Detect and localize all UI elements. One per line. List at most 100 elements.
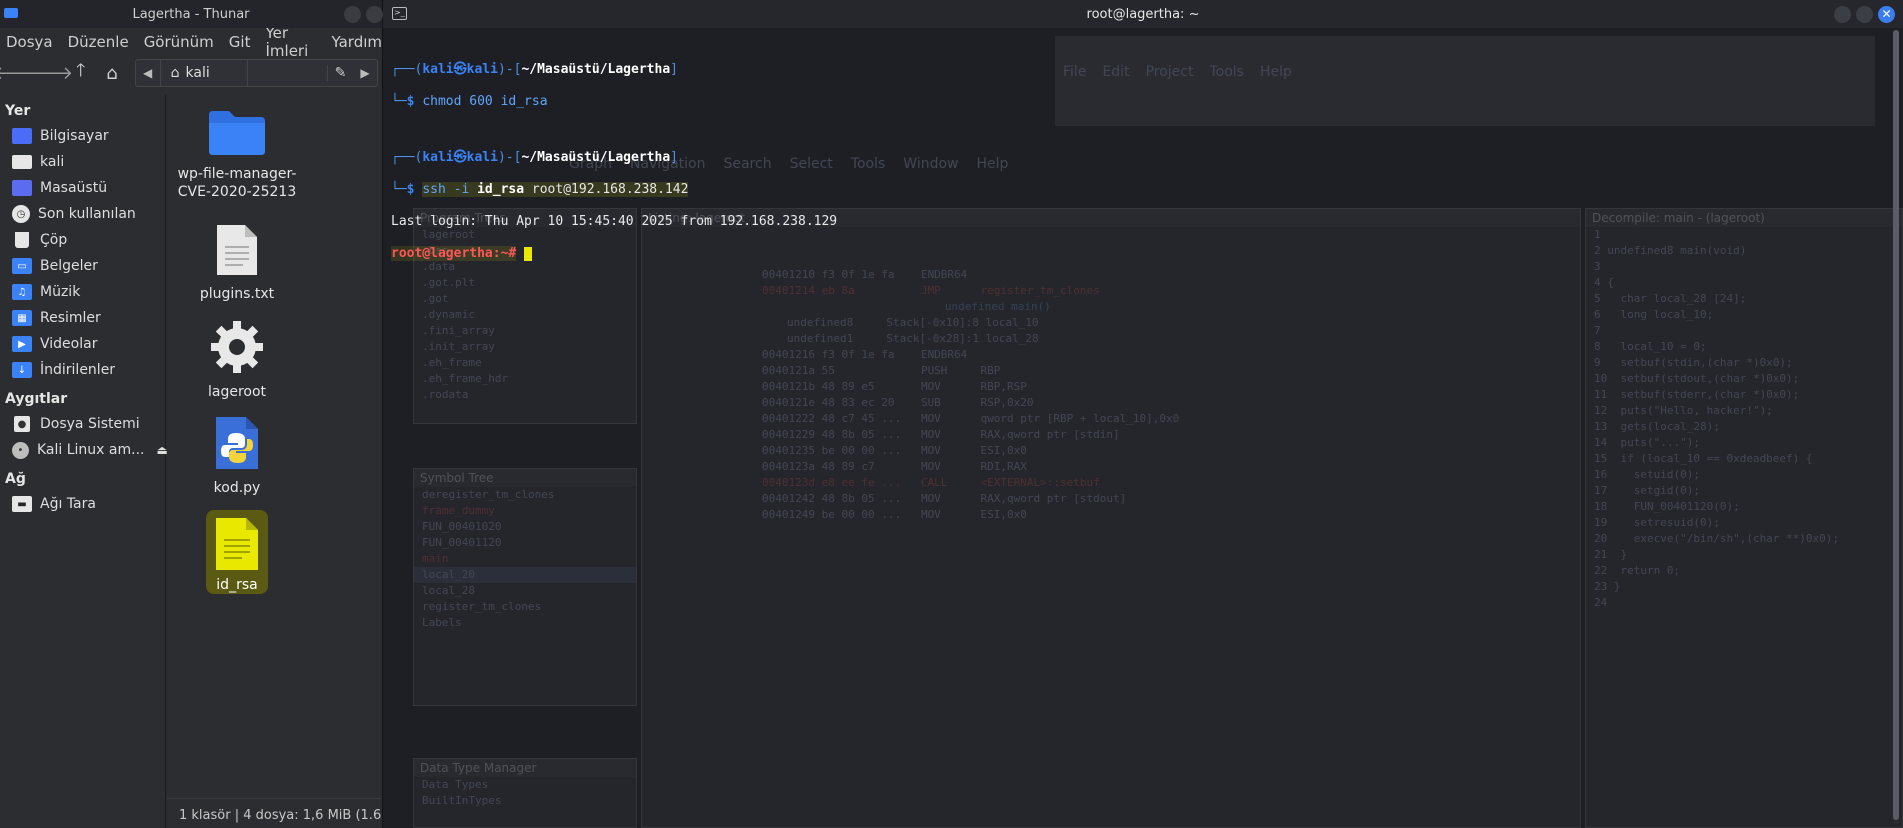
path-left-chevron-icon[interactable]: ◀ [136,66,160,80]
sidebar-item-label: Kali Linux am... [37,442,145,458]
recent-icon: ◷ [12,205,30,223]
prompt-at: ㉿ [453,62,467,77]
minimize-button[interactable] [1834,6,1851,23]
key-file-icon [216,518,258,570]
file-item-executable[interactable]: lageroot [172,319,302,401]
sidebar-section-devices: Aygıtlar [5,391,68,407]
prompt-user: kali [422,62,454,77]
close-icon[interactable]: ✕ [1878,6,1895,23]
forward-arrow-icon[interactable]: 🡒 [25,60,73,86]
scrollbar-thumb[interactable] [1893,30,1899,820]
menu-file[interactable]: Dosya [6,33,53,51]
network-icon: ▬ [12,496,32,512]
terminal-output: ┌──(kali㉿kali)-[~/Masaüstü/Lagertha] └─$… [391,46,837,294]
sidebar-item-filesystem[interactable]: ● Dosya Sistemi [0,411,165,437]
file-name: wp-file-manager- CVE-2020-25213 [177,166,297,200]
ghidra-menu-item: Tools [850,156,886,172]
panel-title: Data Type Manager [414,759,636,777]
listing-line: 0040121e 48 83 ec 20 SUB RSP,0x20 [762,396,1034,409]
symbol-item: Labels [422,616,462,629]
sidebar-item-computer[interactable]: Bilgisayar [0,123,165,149]
decompile-line: 21 } [1594,548,1628,561]
decompile-lines: 1 2 undefined8 main(void) 3 4 {5 char local… [1586,227,1902,611]
sidebar-item-label: Bilgisayar [40,128,109,144]
file-item-key-selected[interactable]: id_rsa [172,510,302,594]
menu-view[interactable]: Görünüm [144,33,214,51]
file-item-text[interactable]: plugins.txt [172,223,302,303]
minimize-button[interactable] [344,6,361,23]
menu-help[interactable]: Yardım [332,33,383,51]
sidebar-item-pictures[interactable]: ▦ Resimler [0,305,165,331]
listing-line: undefined main() [872,300,1051,313]
edit-path-icon[interactable]: ✎ [327,65,353,81]
home-icon[interactable]: ⌂ [99,60,124,86]
ghidra-menu-item: File [1063,64,1087,80]
python-file-icon [216,417,258,469]
text-file-icon [217,225,257,275]
maximize-button[interactable] [1856,6,1873,23]
trash-icon [15,232,29,248]
tree-item: .eh_frame_hdr [422,372,509,385]
sidebar-item-downloads[interactable]: ↓ İndirilenler [0,357,165,383]
decompile-line: 11 setbuf(stderr,(char *)0x0); [1594,388,1800,401]
sidebar-item-browse-network[interactable]: ▬ Ağı Tara [0,491,165,517]
folder-app-icon [4,8,18,18]
decompile-line: 9 setbuf(stdin,(char *)0x0); [1594,356,1793,369]
listing-line: 00401222 48 c7 45 ... MOV qword ptr [RBP… [762,412,1180,425]
terminal-titlebar[interactable]: >_ root@lagertha: ~ ✕ [383,0,1903,28]
sidebar-item-label: Videolar [40,336,98,352]
computer-icon [12,128,32,144]
prompt-at: ㉿ [453,150,467,165]
decompile-panel: Decompile: main - (lageroot) 1 2 undefine… [1585,208,1903,828]
terminal-line-command: └─$ chmod 600 id_rsa [391,94,548,109]
listing-line: 00401242 48 8b 05 ... MOV RAX,qword ptr … [762,492,1127,505]
decompile-line: 12 puts("Hello, hacker!"); [1594,404,1773,417]
status-bar: 1 klasör | 4 dosya: 1,6 MiB (1.6... [167,798,382,828]
symbol-tree-panel: Symbol Tree deregister_tm_clones frame_d… [413,468,637,706]
sidebar-item-music[interactable]: ♫ Müzik [0,279,165,305]
up-arrow-icon[interactable]: 🡑 [68,60,93,86]
pictures-icon: ▦ [12,310,32,326]
path-right-chevron-icon[interactable]: ▶ [353,66,377,80]
panel-title: Decompile: main - (lageroot) [1586,209,1902,227]
decompile-line: 20 execve("/bin/sh",(char **)0x0); [1594,532,1840,545]
decompile-line: 19 setresuid(0); [1594,516,1720,529]
sidebar-item-kali-disc[interactable]: • Kali Linux am... ⏏ [0,437,168,463]
terminal-line-prompt: ┌──(kali㉿kali)-[~/Masaüstü/Lagertha] [391,62,678,77]
desktop-icon [12,180,32,196]
menu-bookmarks[interactable]: Yer İmleri [265,24,316,60]
cursor [524,246,533,261]
path-segment-home[interactable]: ⌂ kali [159,60,248,86]
decompile-line: 10 setbuf(stdout,(char *)0x0); [1594,372,1800,385]
listing-line: 0040121a 55 PUSH RBP [762,364,1001,377]
ghidra-menu-item: Window [903,156,959,172]
listing-line: 00401229 48 8b 05 ... MOV RAX,qword ptr … [762,428,1120,441]
sidebar-item-label: Ağı Tara [40,496,96,512]
terminal-scrollbar[interactable] [1893,30,1899,824]
videos-icon: ▶ [12,336,32,352]
sidebar-section-places: Yer [5,103,31,119]
terminal-window[interactable]: >_ root@lagertha: ~ ✕ File Edit Project … [383,0,1903,828]
menu-edit[interactable]: Düzenle [68,33,129,51]
symbol-item: local_28 [422,584,475,597]
sidebar-item-desktop[interactable]: Masaüstü [0,175,165,201]
sidebar-item-videos[interactable]: ▶ Videolar [0,331,165,357]
decompile-line: 22 return 0; [1594,564,1681,577]
sidebar-item-home[interactable]: kali [0,149,165,175]
decompile-line: 1 [1594,228,1601,241]
file-item-folder[interactable]: wp-file-manager- CVE-2020-25213 [172,109,302,201]
sidebar-item-label: Çöp [40,232,68,248]
listing-line: 0040121b 48 89 e5 MOV RBP,RSP [762,380,1027,393]
menubar: Dosya Düzenle Görünüm Git Yer İmleri Yar… [0,24,383,60]
file-manager-titlebar[interactable]: Lagertha - Thunar [0,0,383,28]
file-item-python[interactable]: kod.py [172,415,302,497]
terminal-icon: >_ [392,7,407,20]
tree-item: .eh_frame [422,356,482,369]
maximize-button[interactable] [366,6,383,23]
prompt-host: kali [466,62,498,77]
sidebar-item-recent[interactable]: ◷ Son kullanılan [0,201,165,227]
menu-go[interactable]: Git [229,33,251,51]
ghidra-menu-item: Tools [1209,64,1244,80]
sidebar-item-documents[interactable]: ▭ Belgeler [0,253,165,279]
sidebar-item-trash[interactable]: Çöp [0,227,165,253]
